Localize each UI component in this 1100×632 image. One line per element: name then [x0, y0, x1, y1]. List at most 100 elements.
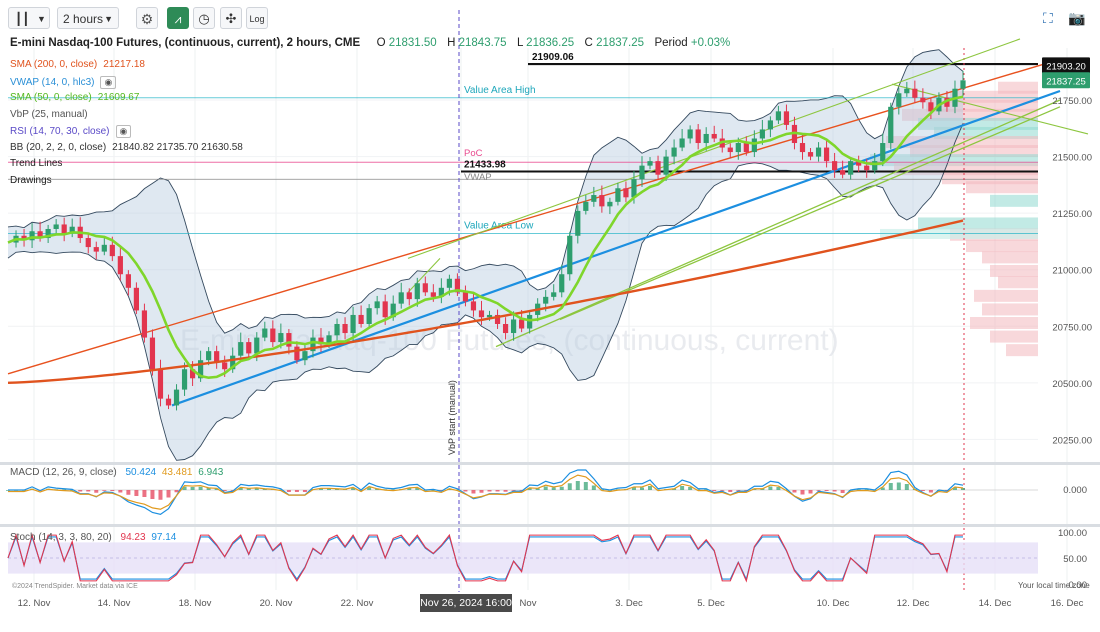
candle-body	[374, 301, 380, 309]
candle-body	[366, 308, 372, 324]
candle-body	[848, 161, 854, 175]
stoch-label[interactable]: Stoch (14, 3, 3, 80, 20)	[10, 532, 112, 543]
vbp-bar	[982, 303, 1038, 316]
macd-hist-bar	[503, 490, 508, 492]
legend-item[interactable]: VbP (25, manual)	[10, 109, 88, 120]
x-tick-label: 16. Dec	[1051, 598, 1084, 609]
high-value: 21843.75	[458, 37, 507, 49]
legend-item-label: RSI (14, 70, 30, close)	[10, 126, 110, 137]
candle-body	[831, 161, 838, 171]
macd-hist-bar	[680, 486, 685, 490]
macd-hist-bar	[463, 490, 468, 492]
candle-body	[53, 224, 59, 229]
candle-body	[470, 301, 477, 311]
macd-hist-bar	[110, 490, 115, 491]
macd-hist-value: 6.943	[198, 467, 224, 478]
candle-body	[655, 161, 661, 175]
macd-hist-bar	[479, 490, 484, 493]
candle-body	[551, 292, 557, 297]
candle-body	[61, 224, 67, 234]
macd-hist-bar	[840, 490, 845, 493]
macd-hist-bar	[94, 490, 99, 493]
macd-hist-bar	[158, 490, 163, 500]
candle-body	[759, 129, 765, 139]
candle-body	[446, 278, 452, 288]
y-tick-label: 20500.00	[1052, 379, 1092, 390]
y-tick-label: 20750.00	[1052, 322, 1092, 333]
vbp-bar	[966, 181, 1038, 194]
legend-item[interactable]: RSI (14, 70, 30, close) ◉	[10, 125, 132, 138]
y-tick-label: 21750.00	[1052, 96, 1092, 107]
eye-icon[interactable]: ◉	[115, 125, 132, 138]
legend-item[interactable]: BB (20, 2, 2, 0, close) 21840.82 21735.70…	[10, 142, 243, 153]
candle-body	[294, 346, 300, 361]
legend-item[interactable]: SMA (50, 0, close) 21609.67	[10, 92, 139, 103]
vbp-bar	[974, 289, 1038, 302]
macd-hist-bar	[888, 483, 893, 490]
y-tick-label: 20250.00	[1052, 435, 1092, 446]
local-time-label[interactable]: Your local time zone	[1018, 581, 1090, 590]
candle-body	[382, 301, 388, 318]
candle-body	[864, 165, 870, 171]
legend-item[interactable]: Trend Lines	[10, 158, 62, 169]
close-value: 21837.25	[596, 37, 645, 49]
stoch-d-value: 97.14	[151, 532, 177, 543]
macd-hist-bar	[904, 484, 909, 490]
candle-body	[85, 238, 91, 248]
resistance-level-label: 21909.06	[532, 52, 574, 63]
eye-icon[interactable]: ◉	[100, 75, 117, 89]
candle-body	[695, 129, 701, 144]
legend-item-label: SMA (50, 0, close)	[10, 92, 92, 103]
vbp-bar	[998, 276, 1038, 289]
legend-item[interactable]: VWAP (14, 0, hlc3) ◉	[10, 75, 117, 89]
candle-body	[703, 133, 709, 144]
vbp-bar	[982, 251, 1038, 264]
macd-hist-bar	[591, 485, 596, 490]
candle-body	[527, 314, 533, 329]
macd-label[interactable]: MACD (12, 26, 9, close)	[10, 467, 117, 478]
macd-hist-bar	[928, 490, 933, 493]
period-label: Period	[654, 37, 688, 49]
macd-hist-bar	[920, 490, 925, 491]
macd-hist-bar	[86, 490, 91, 492]
candle-body	[278, 333, 284, 343]
macd-hist-bar	[792, 490, 797, 493]
candle-body	[406, 292, 412, 300]
macd-hist-bar	[800, 490, 805, 495]
candle-body	[960, 80, 966, 89]
support-level-label: 21433.98	[464, 160, 506, 171]
legend-item[interactable]: SMA (200, 0, close) 21217.18	[10, 59, 145, 70]
crosshair-date-label: Nov 26, 2024 16:00	[420, 594, 512, 612]
macd-value: 50.424	[125, 467, 157, 478]
candle-body	[639, 165, 645, 180]
macd-hist-bar	[102, 490, 107, 491]
y-tick-label: 21000.00	[1052, 266, 1092, 277]
legend-item-value: 21609.67	[97, 92, 140, 103]
macd-hist-bar	[471, 490, 476, 494]
candle-body	[462, 292, 469, 302]
candle-body	[888, 106, 894, 144]
candle-body	[599, 195, 605, 207]
candle-body	[181, 369, 188, 390]
macd-hist-bar	[150, 490, 155, 499]
macd-hist-bar	[294, 490, 299, 492]
candle-body	[735, 143, 741, 153]
candle-body	[575, 210, 581, 236]
stoch-axis-label: 50.00	[1063, 554, 1087, 565]
candle-body	[246, 342, 252, 354]
legend-item-label: SMA (200, 0, close)	[10, 59, 98, 70]
candle-body	[872, 161, 878, 171]
legend-item[interactable]: Drawings	[10, 175, 52, 186]
macd-hist-bar	[728, 490, 733, 492]
x-tick-label: 18. Nov	[179, 598, 212, 609]
candle-body	[679, 138, 685, 148]
value-area-high-label: Value Area High	[464, 85, 536, 96]
candle-body	[398, 292, 404, 304]
candle-body	[743, 143, 749, 153]
candle-body	[101, 244, 107, 252]
macd-hist-bar	[174, 490, 179, 493]
candle-body	[751, 138, 757, 153]
period-value: +0.03%	[690, 37, 731, 49]
candle-body	[510, 319, 517, 334]
candle-body	[615, 188, 621, 202]
